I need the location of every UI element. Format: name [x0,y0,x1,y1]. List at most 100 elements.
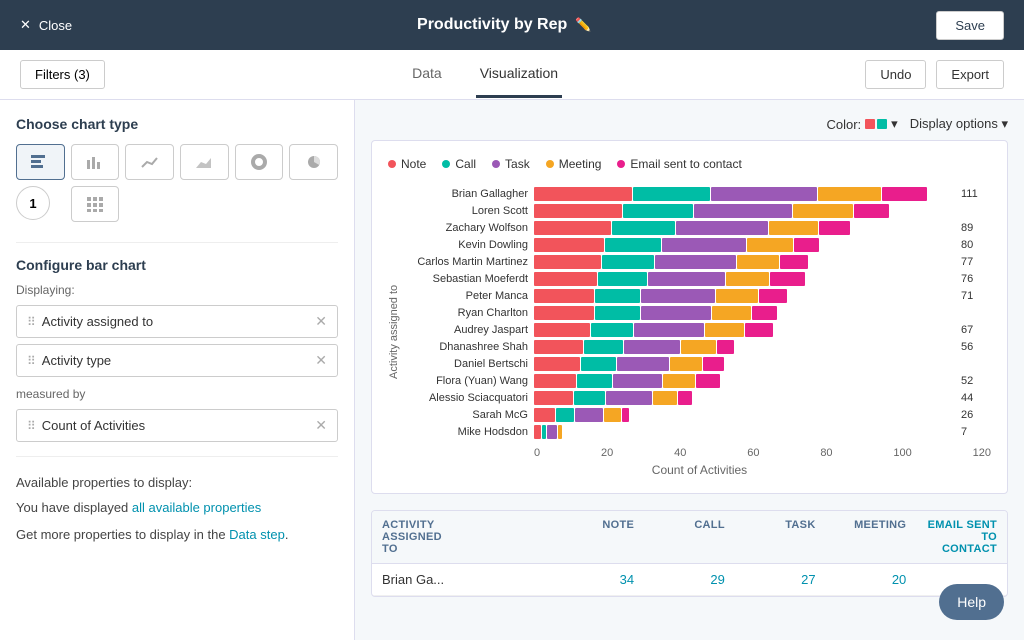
display-options-button[interactable]: Display options ▾ [910,116,1008,132]
bar-segment-email [696,374,721,388]
legend-email: Email sent to contact [617,157,741,171]
color-picker[interactable]: Color: ▾ [826,116,897,132]
display-options-icon: ▾ [1001,116,1008,131]
bar-segment-email [819,221,851,235]
available-props-section: Available properties to display: You hav… [16,473,338,545]
bar-segment-email [622,408,629,422]
bar-segment-note [534,306,594,320]
legend-note: Note [388,157,426,171]
bars-container: Brian Gallagher111Loren ScottZachary Wol… [408,187,991,439]
chart-type-horizontal-bar[interactable] [16,144,65,180]
bar-label: Mike Hodsdon [408,426,528,438]
x-tick: 120 [973,447,991,459]
bar-row: Dhanashree Shah 56 [408,340,991,354]
chip-count[interactable]: ⠿ Count of Activities ✕ [16,409,338,442]
bar-segment-call [591,323,633,337]
chart-type-bar[interactable] [71,144,120,180]
tab-data[interactable]: Data [408,51,446,98]
data-step-link[interactable]: Data step [229,527,285,542]
bar-label: Zachary Wolfson [408,222,528,234]
header-actions: Save [936,11,1004,40]
bar-track [534,289,955,303]
bar-segment-call [605,238,661,252]
th-meeting: MEETING [826,511,917,563]
available-props-text: You have displayed all available propert… [16,498,338,519]
save-button[interactable]: Save [936,11,1004,40]
table-header: ACTIVITYASSIGNEDTO NOTE CALL TASK MEETIN… [372,511,1007,564]
bar-label: Peter Manca [408,290,528,302]
bar-label: Dhanashree Shah [408,341,528,353]
all-properties-link[interactable]: all available properties [132,500,261,515]
chip-label-3: Count of Activities [42,418,145,433]
tab-group: Data Visualization [125,51,845,98]
chip-close-1[interactable]: ✕ [315,313,327,330]
bar-segment-task [676,221,767,235]
drag-handle-icon-2: ⠿ [27,354,36,368]
bar-segment-email [780,255,808,269]
help-button[interactable]: Help [939,584,1004,620]
bar-track [534,408,955,422]
chip-activity-assigned[interactable]: ⠿ Activity assigned to ✕ [16,305,338,338]
bar-segment-call [556,408,574,422]
chip-label-2: Activity type [42,353,111,368]
undo-button[interactable]: Undo [865,60,926,89]
chip-close-2[interactable]: ✕ [315,352,327,369]
bar-track [534,221,955,235]
bar-segment-task [624,340,680,354]
color-sq-2 [877,119,887,129]
bar-track [534,357,955,371]
get-more-prefix: Get more properties to display in the [16,527,229,542]
bar-segment-note [534,187,632,201]
bar-segment-task [617,357,670,371]
bar-row: Peter Manca71 [408,289,991,303]
bar-segment-note [534,221,611,235]
bar-segment-task [694,204,792,218]
bar-row: Brian Gallagher111 [408,187,991,201]
bar-value: 89 [961,222,991,234]
filters-button[interactable]: Filters (3) [20,60,105,89]
bar-track [534,306,955,320]
chip-activity-type[interactable]: ⠿ Activity type ✕ [16,344,338,377]
chip-close-3[interactable]: ✕ [315,417,327,434]
legend-label-task: Task [505,157,530,171]
bar-track [534,204,955,218]
legend-label-call: Call [455,157,476,171]
chart-type-line[interactable] [125,144,174,180]
bar-label: Alessio Sciacquatori [408,392,528,404]
divider-1 [16,242,338,243]
chart-type-grid[interactable] [71,186,120,222]
close-button[interactable]: ✕ Close [20,17,72,33]
color-squares [865,119,887,129]
y-axis-label: Activity assigned to [388,187,400,477]
bar-segment-task [606,391,652,405]
bar-row: Flora (Yuan) Wang52 [408,374,991,388]
bar-segment-call [542,425,546,439]
bar-row: Carlos Martin Martinez77 [408,255,991,269]
report-title-area: Productivity by Rep ✏️ [417,16,591,34]
data-table: ACTIVITYASSIGNEDTO NOTE CALL TASK MEETIN… [371,510,1008,597]
bar-segment-email [703,357,724,371]
bar-row: Audrey Jaspart67 [408,323,991,337]
chart-type-area[interactable] [180,144,229,180]
tab-visualization[interactable]: Visualization [476,51,562,98]
bar-segment-note [534,340,583,354]
chart-type-number[interactable]: 1 [16,186,50,220]
export-button[interactable]: Export [936,60,1004,89]
filters-label[interactable]: Filters (3) [20,60,105,89]
bar-segment-meeting [769,221,818,235]
legend-dot-call [442,160,450,168]
chart-type-donut[interactable] [235,144,284,180]
close-label: Close [39,18,72,33]
legend-task: Task [492,157,530,171]
app-header: ✕ Close Productivity by Rep ✏️ Save [0,0,1024,50]
bar-label: Sarah McG [408,409,528,421]
td-note-1: 34 [553,564,644,595]
bar-value: 56 [961,341,991,353]
bar-segment-call [595,306,641,320]
chart-type-pie[interactable] [289,144,338,180]
bar-segment-meeting [726,272,768,286]
edit-icon[interactable]: ✏️ [575,17,591,33]
bar-row: Sarah McG26 [408,408,991,422]
bar-value: 76 [961,273,991,285]
chart-area: Note Call Task Meeting Email sent to con… [371,140,1008,494]
